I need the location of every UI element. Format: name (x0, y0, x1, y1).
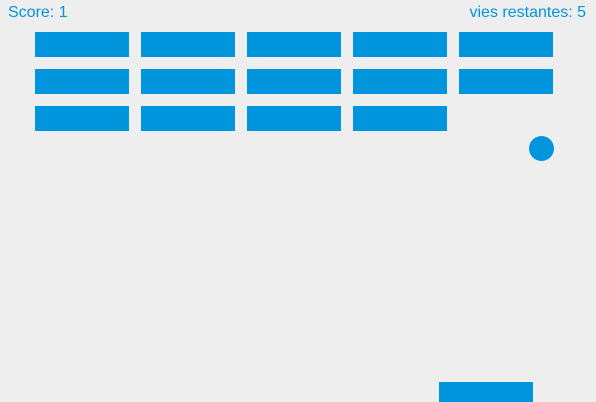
brick (353, 69, 447, 94)
score-label: Score: 1 (8, 4, 68, 21)
brick (35, 106, 129, 131)
brick (35, 32, 129, 57)
brick (459, 32, 553, 57)
brick (247, 69, 341, 94)
ball (529, 136, 554, 161)
paddle[interactable] (439, 382, 533, 402)
brick (141, 69, 235, 94)
brick (141, 106, 235, 131)
brick (353, 32, 447, 57)
brick (353, 106, 447, 131)
brick (35, 69, 129, 94)
brick (141, 32, 235, 57)
game-canvas[interactable]: Score: 1 vies restantes: 5 (0, 0, 596, 402)
lives-remaining-label: vies restantes: 5 (469, 4, 587, 21)
brick (247, 106, 341, 131)
brick (247, 32, 341, 57)
brick (459, 69, 553, 94)
